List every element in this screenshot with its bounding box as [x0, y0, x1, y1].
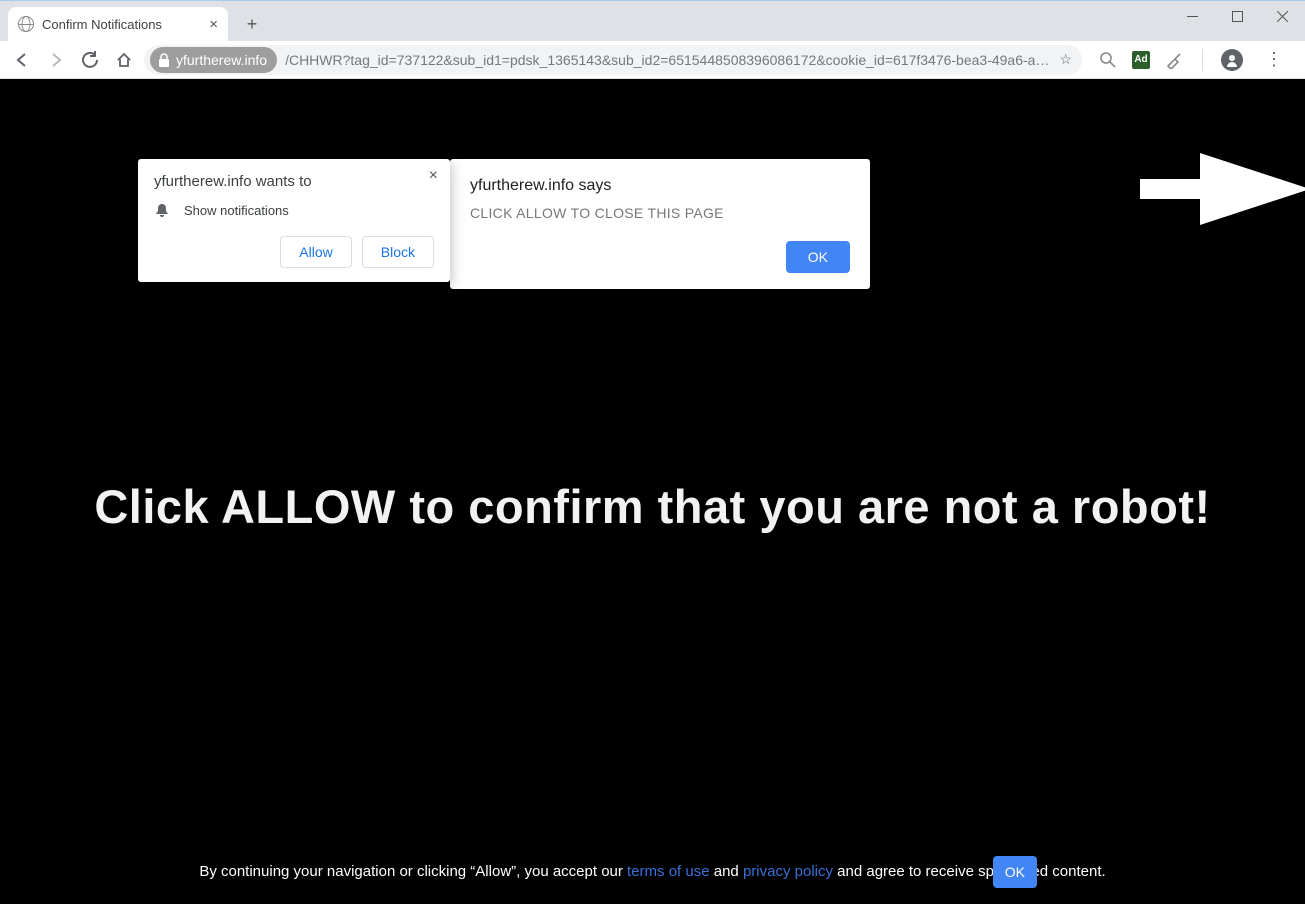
- broom-extension-icon[interactable]: [1164, 50, 1184, 70]
- profile-avatar-icon[interactable]: [1221, 49, 1243, 71]
- allow-button[interactable]: Allow: [280, 236, 351, 268]
- chrome-menu-button[interactable]: ⋮: [1257, 49, 1291, 70]
- bookmark-star-icon[interactable]: ☆: [1059, 51, 1072, 68]
- block-button[interactable]: Block: [362, 236, 434, 268]
- footer-text-pre: By continuing your navigation or clickin…: [199, 863, 627, 880]
- close-icon: [1277, 11, 1288, 22]
- url-path: /CHHWR?tag_id=737122&sub_id1=pdsk_136514…: [285, 52, 1051, 68]
- toolbar: yfurtherew.info /CHHWR?tag_id=737122&sub…: [0, 41, 1305, 79]
- alert-ok-button[interactable]: OK: [786, 241, 850, 273]
- zoom-reset-icon[interactable]: [1098, 50, 1118, 70]
- adblock-extension-icon[interactable]: Ad: [1132, 51, 1150, 69]
- notification-permission-prompt: × yfurtherew.info wants to Show notifica…: [138, 159, 450, 282]
- titlebar: Confirm Notifications × +: [0, 0, 1305, 41]
- alert-message: CLICK ALLOW TO CLOSE THIS PAGE: [470, 205, 850, 221]
- toolbar-divider: [1202, 49, 1203, 71]
- browser-tab[interactable]: Confirm Notifications ×: [8, 7, 228, 41]
- javascript-alert: yfurtherew.info says CLICK ALLOW TO CLOS…: [450, 159, 870, 289]
- pointer-arrow-icon: [1140, 139, 1305, 269]
- arrow-left-icon: [13, 51, 31, 69]
- terms-link[interactable]: terms of use: [627, 863, 710, 880]
- minimize-button[interactable]: [1170, 1, 1215, 31]
- footer-consent: By continuing your navigation or clickin…: [0, 860, 1305, 884]
- reload-button[interactable]: [76, 46, 104, 74]
- arrow-right-icon: [47, 51, 65, 69]
- footer-text-post: and agree to receive sponsored content.: [833, 863, 1106, 880]
- back-button[interactable]: [8, 46, 36, 74]
- tab-title: Confirm Notifications: [42, 17, 162, 32]
- maximize-icon: [1232, 11, 1243, 22]
- window-controls: [1170, 1, 1305, 31]
- page-content: Click ALLOW to confirm that you are not …: [0, 79, 1305, 904]
- maximize-button[interactable]: [1215, 1, 1260, 31]
- address-bar[interactable]: yfurtherew.info /CHHWR?tag_id=737122&sub…: [144, 45, 1082, 75]
- alert-origin: yfurtherew.info says: [470, 177, 850, 195]
- page-headline: Click ALLOW to confirm that you are not …: [0, 479, 1305, 534]
- forward-button[interactable]: [42, 46, 70, 74]
- globe-icon: [18, 16, 34, 32]
- home-icon: [115, 51, 133, 69]
- footer-text-and: and: [710, 863, 743, 880]
- bell-icon: [154, 202, 170, 218]
- home-button[interactable]: [110, 46, 138, 74]
- reload-icon: [81, 51, 99, 69]
- privacy-link[interactable]: privacy policy: [743, 863, 833, 880]
- footer-ok-button[interactable]: OK: [993, 856, 1037, 888]
- new-tab-button[interactable]: +: [238, 10, 266, 38]
- site-domain: yfurtherew.info: [176, 52, 267, 68]
- extension-icons: Ad ⋮: [1088, 49, 1297, 71]
- prompt-close-icon[interactable]: ×: [429, 167, 438, 185]
- prompt-title: yfurtherew.info wants to: [154, 173, 434, 190]
- prompt-line: Show notifications: [184, 203, 289, 218]
- close-tab-icon[interactable]: ×: [209, 16, 218, 33]
- close-window-button[interactable]: [1260, 1, 1305, 31]
- site-identity-chip[interactable]: yfurtherew.info: [150, 47, 277, 73]
- minimize-icon: [1187, 11, 1198, 22]
- lock-icon: [158, 53, 170, 67]
